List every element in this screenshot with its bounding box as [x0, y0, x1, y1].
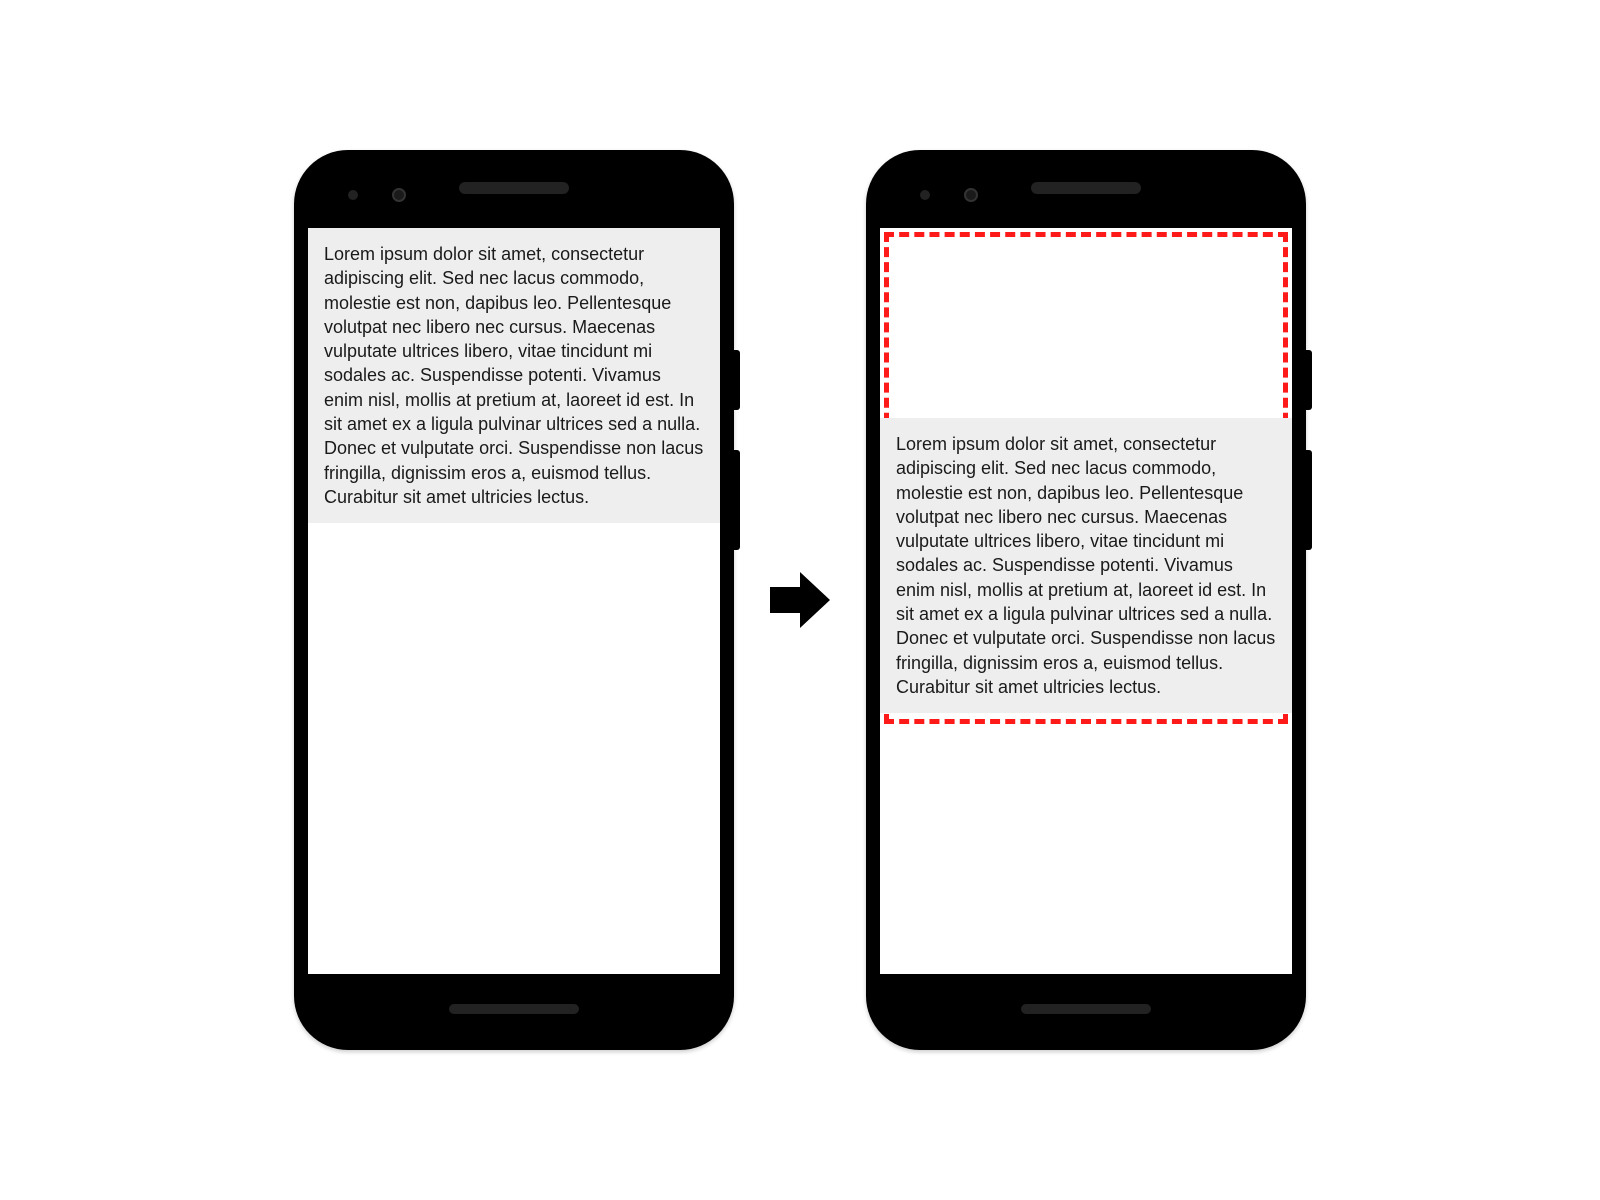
phone-inner: Lorem ipsum dolor sit amet, consectetur …: [880, 164, 1292, 1036]
camera-icon: [964, 188, 978, 202]
speaker-icon: [1021, 1004, 1151, 1014]
sensor-icon: [920, 190, 930, 200]
camera-icon: [392, 188, 406, 202]
phone-mockup-after: Lorem ipsum dolor sit amet, consectetur …: [866, 150, 1306, 1050]
speaker-icon: [459, 182, 569, 194]
phone-bottom-bezel: [880, 974, 1292, 1036]
phone-inner: Lorem ipsum dolor sit amet, consectetur …: [308, 164, 720, 1036]
speaker-icon: [449, 1004, 579, 1014]
content-text: Lorem ipsum dolor sit amet, consectetur …: [308, 228, 720, 523]
phone-top-bezel: [880, 164, 1292, 228]
sensor-icon: [348, 190, 358, 200]
phone-bottom-bezel: [308, 974, 720, 1036]
phone-screen-after: Lorem ipsum dolor sit amet, consectetur …: [880, 228, 1292, 974]
diagram-stage: Lorem ipsum dolor sit amet, consectetur …: [294, 150, 1306, 1050]
phone-screen-before: Lorem ipsum dolor sit amet, consectetur …: [308, 228, 720, 974]
phone-top-bezel: [308, 164, 720, 228]
content-text: Lorem ipsum dolor sit amet, consectetur …: [880, 418, 1292, 713]
arrow-icon: [770, 572, 830, 628]
phone-mockup-before: Lorem ipsum dolor sit amet, consectetur …: [294, 150, 734, 1050]
speaker-icon: [1031, 182, 1141, 194]
